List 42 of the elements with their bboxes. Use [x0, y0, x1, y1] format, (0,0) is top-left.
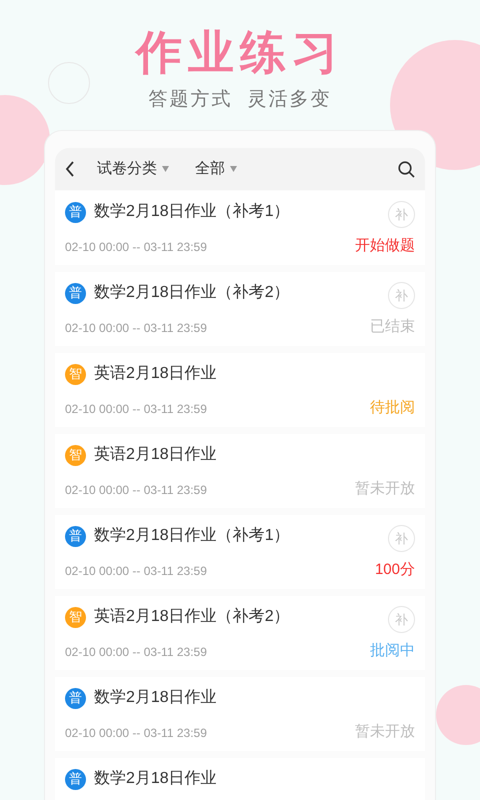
status-label: 已结束 — [370, 316, 415, 336]
assignment-card[interactable]: 普 数学2月18日作业 02-10 00:00 -- 03-11 23:59 暂未开放 — [55, 677, 425, 751]
assignment-card[interactable]: 普 数学2月18日作业 — [55, 758, 425, 800]
type-badge: 智 — [65, 364, 86, 384]
time-range: 02-10 00:00 -- 03-11 23:59 — [65, 320, 207, 337]
assignment-title: 数学2月18日作业（补考2） — [94, 282, 290, 303]
time-range: 02-10 00:00 -- 03-11 23:59 — [65, 482, 207, 499]
headline: 作业练习 — [136, 25, 344, 80]
caret-icon — [162, 166, 169, 172]
assignment-card[interactable]: 智 英语2月18日作业 02-10 00:00 -- 03-11 23:59 暂未开放 — [55, 434, 425, 508]
assignment-title: 数学2月18日作业 — [94, 768, 217, 789]
filter-dropdown[interactable]: 全部 — [195, 158, 237, 180]
status-label: 待批阅 — [370, 398, 415, 418]
time-range: 02-10 00:00 -- 03-11 23:59 — [65, 644, 207, 661]
type-badge: 普 — [65, 688, 86, 708]
type-badge: 普 — [65, 526, 86, 546]
assignment-title: 英语2月18日作业（补考2） — [94, 606, 290, 627]
time-range: 02-10 00:00 -- 03-11 23:59 — [65, 725, 207, 742]
time-range: 02-10 00:00 -- 03-11 23:59 — [65, 563, 207, 580]
assignment-title: 数学2月18日作业 — [94, 688, 217, 708]
type-badge: 普 — [65, 202, 86, 222]
type-badge: 普 — [65, 282, 86, 304]
assignment-title: 数学2月18日作业（补考1） — [94, 526, 290, 546]
status-label: 开始做题 — [355, 236, 415, 256]
type-badge: 智 — [65, 606, 86, 628]
filter-dropdown[interactable]: 试卷分类 — [97, 158, 169, 180]
time-range: 02-10 00:00 -- 03-11 23:59 — [65, 239, 207, 256]
assignment-title: 数学2月18日作业（补考1） — [94, 202, 290, 222]
assignment-card[interactable]: 智 英语2月18日作业 02-10 00:00 -- 03-11 23:59 待批阅 — [55, 353, 425, 427]
search-icon[interactable] — [398, 160, 415, 178]
back-icon[interactable] — [65, 161, 75, 177]
status-label: 批阅中 — [370, 640, 415, 660]
status-label: 暂未开放 — [355, 478, 415, 498]
tagline: 答题方式 灵活多变 — [148, 88, 332, 112]
time-range: 02-10 00:00 -- 03-11 23:59 — [65, 401, 207, 418]
status-label: 100分 — [374, 560, 415, 580]
assignment-title: 英语2月18日作业 — [94, 444, 217, 465]
assignment-title: 英语2月18日作业 — [94, 364, 217, 384]
type-badge: 智 — [65, 444, 86, 466]
status-label: 暂未开放 — [355, 722, 415, 742]
caret-icon — [230, 166, 237, 172]
type-badge: 普 — [65, 768, 86, 790]
